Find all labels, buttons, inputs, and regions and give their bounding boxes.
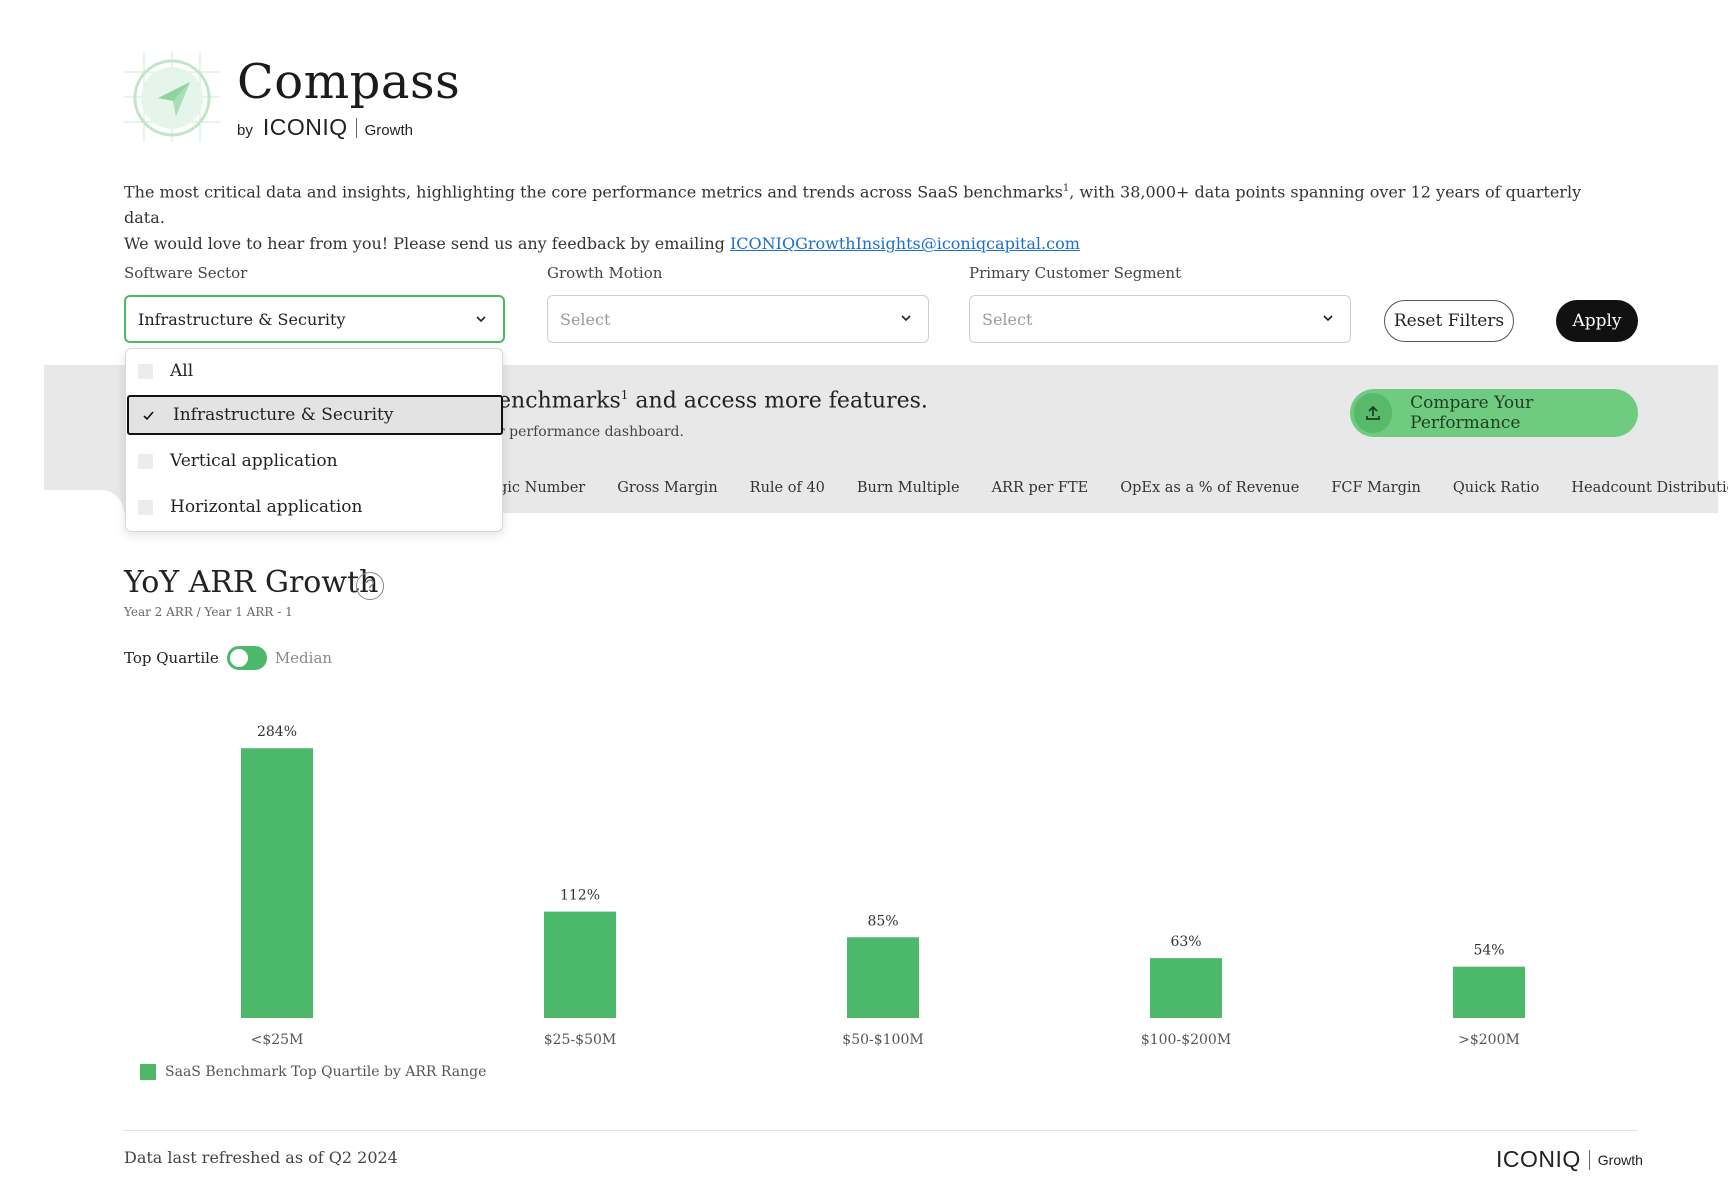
intro-line-1: The most critical data and insights, hig… <box>124 176 1604 231</box>
intro-text: The most critical data and insights, hig… <box>124 176 1604 257</box>
quartile-toggle-row: Top Quartile Median <box>124 644 332 672</box>
apply-button[interactable]: Apply <box>1556 300 1638 342</box>
footer-divider <box>124 1130 1638 1131</box>
toggle-label-median: Median <box>274 649 333 667</box>
check-icon[interactable] <box>141 408 156 423</box>
footer-logo: ICONIQ Growth <box>1496 1146 1643 1173</box>
brand-by: by <box>237 122 253 139</box>
chevron-down-icon <box>1323 315 1333 322</box>
chevron-down-icon <box>901 315 911 322</box>
dropdown-option-infrastructure-security[interactable]: Infrastructure & Security <box>127 395 503 435</box>
footer-company: ICONIQ <box>1496 1146 1581 1172</box>
reset-filters-button[interactable]: Reset Filters <box>1384 300 1514 342</box>
chart-bar[interactable] <box>241 748 313 1018</box>
checkbox[interactable] <box>138 453 153 469</box>
chart-title: YoY ARR Growth <box>124 565 379 600</box>
metric-tabs: gic Number Gross Margin Rule of 40 Burn … <box>498 480 1728 504</box>
bar-value-label: 112% <box>560 888 600 904</box>
brand-divider <box>355 117 357 138</box>
bar-chart-svg: 284% <$25M 112% $25-$50M 85% $50-$100M 63% $100… <box>241 724 1525 1048</box>
tab-magic-number[interactable]: gic Number <box>498 480 585 504</box>
dropdown-option-all[interactable]: All <box>126 351 502 391</box>
software-sector-dropdown: All Infrastructure & Security Vertical a… <box>125 348 503 532</box>
footer-growth: Growth <box>1597 1151 1643 1168</box>
dropdown-option-label: Infrastructure & Security <box>173 405 394 425</box>
promo-title: enchmarks1 and access more features. <box>498 388 928 413</box>
brand-growth: Growth <box>364 122 413 139</box>
dropdown-option-horizontal-application[interactable]: Horizontal application <box>126 487 502 527</box>
help-icon[interactable]: ? <box>356 572 384 600</box>
dropdown-option-label: Horizontal application <box>170 497 363 517</box>
x-tick-label: >$200M <box>1458 1032 1520 1048</box>
chart-bar[interactable] <box>544 911 616 1018</box>
toggle-knob <box>229 649 248 667</box>
toggle-label-top-quartile: Top Quartile <box>124 649 219 667</box>
brand-company: ICONIQ <box>262 114 348 140</box>
checkbox[interactable] <box>138 499 153 515</box>
dropdown-option-vertical-application[interactable]: Vertical application <box>126 441 502 481</box>
dropdown-option-label: Vertical application <box>170 451 338 471</box>
compare-performance-label: Compare Your Performance <box>1410 393 1534 433</box>
tab-burn-multiple[interactable]: Burn Multiple <box>857 480 960 504</box>
x-tick-label: $50-$100M <box>842 1032 923 1048</box>
chart-legend: SaaS Benchmark Top Quartile by ARR Range <box>140 1064 486 1080</box>
chart-bar[interactable] <box>1453 966 1525 1018</box>
intro-line-1-text: The most critical data and insights, hig… <box>124 182 1063 202</box>
customer-segment-label: Primary Customer Segment <box>969 264 1182 282</box>
compass-logo-icon <box>124 52 220 142</box>
chart-bar[interactable] <box>847 937 919 1018</box>
customer-segment-placeholder: Select <box>982 309 1033 329</box>
customer-segment-select[interactable]: Select <box>969 295 1351 343</box>
growth-motion-select[interactable]: Select <box>547 295 929 343</box>
quartile-toggle[interactable] <box>226 646 267 670</box>
tab-opex-revenue[interactable]: OpEx as a % of Revenue <box>1120 480 1299 504</box>
bar-value-label: 85% <box>867 913 898 929</box>
legend-label: SaaS Benchmark Top Quartile by ARR Range <box>165 1064 487 1080</box>
compare-performance-button[interactable]: Compare Your Performance <box>1350 389 1638 437</box>
brand-title: Compass <box>237 54 461 110</box>
chart-subtitle: Year 2 ARR / Year 1 ARR - 1 <box>124 605 293 619</box>
footer-logo-divider <box>1588 1149 1590 1170</box>
data-refreshed-note: Data last refreshed as of Q2 2024 <box>124 1148 398 1167</box>
x-tick-label: $25-$50M <box>544 1032 617 1048</box>
chevron-down-icon <box>476 316 486 323</box>
tab-headcount-distribution[interactable]: Headcount Distribution <box>1571 480 1728 504</box>
bar-value-label: 63% <box>1170 934 1201 950</box>
x-tick-label: <$25M <box>251 1032 304 1048</box>
legend-swatch <box>140 1064 156 1080</box>
growth-motion-placeholder: Select <box>560 309 611 329</box>
dropdown-option-label: All <box>170 361 194 381</box>
checkbox[interactable] <box>138 363 153 379</box>
feedback-email-link[interactable]: ICONIQGrowthInsights@iconiqcapital.com <box>730 234 1080 253</box>
bar-value-label: 284% <box>257 724 297 740</box>
intro-line-2: We would love to hear from you! Please s… <box>124 231 1604 257</box>
promo-subtitle: r performance dashboard. <box>498 424 684 440</box>
tab-arr-per-fte[interactable]: ARR per FTE <box>992 480 1089 504</box>
tab-quick-ratio[interactable]: Quick Ratio <box>1453 480 1539 504</box>
page: Compass by ICONIQ Growth The most critic… <box>0 0 1728 1189</box>
growth-motion-label: Growth Motion <box>547 264 663 282</box>
brand-subtitle: by ICONIQ Growth <box>237 114 413 141</box>
promo-title-text: enchmarks <box>498 388 621 414</box>
promo-title-text-end: and access more features. <box>628 388 928 414</box>
bar-value-label: 54% <box>1473 943 1504 959</box>
tab-fcf-margin[interactable]: FCF Margin <box>1331 480 1421 504</box>
tab-gross-margin[interactable]: Gross Margin <box>617 480 717 504</box>
brand-logo[interactable]: Compass by ICONIQ Growth <box>124 52 460 142</box>
x-tick-label: $100-$200M <box>1141 1032 1231 1048</box>
band-corner <box>44 490 124 513</box>
software-sector-label: Software Sector <box>124 264 248 282</box>
bar-chart: 284% <$25M 112% $25-$50M 85% $50-$100M 63% $100… <box>124 700 1644 1080</box>
software-sector-select[interactable]: Infrastructure & Security <box>124 295 505 343</box>
upload-icon <box>1354 393 1393 433</box>
software-sector-value: Infrastructure & Security <box>138 309 346 329</box>
chart-bar[interactable] <box>1150 958 1222 1018</box>
tab-rule-of-40[interactable]: Rule of 40 <box>750 480 825 504</box>
intro-line-2-text: We would love to hear from you! Please s… <box>124 234 730 254</box>
